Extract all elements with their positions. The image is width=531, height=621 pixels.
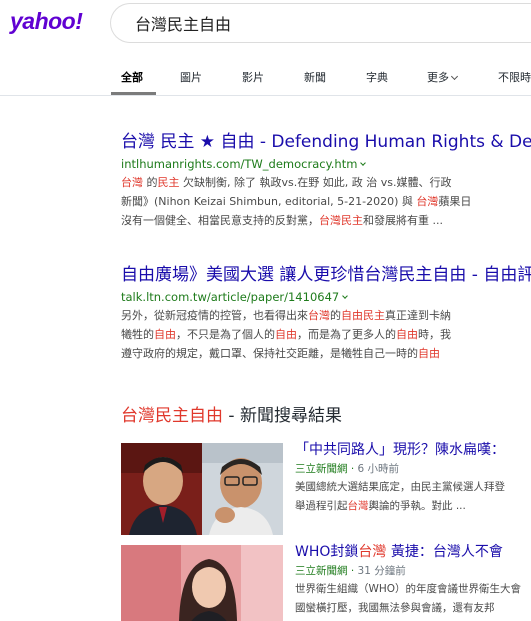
result-url: intlhumanrights.com/TW_democracy.htm	[121, 156, 531, 172]
snippet-text: 黃捷：台灣人不會	[386, 544, 503, 560]
highlighted-term: 台灣	[358, 544, 387, 560]
snippet-line: 舉過程引起台灣輿論的爭執。對此 ...	[295, 498, 531, 515]
result-url-text[interactable]: intlhumanrights.com/TW_democracy.htm	[121, 157, 357, 171]
snippet-text: 新聞》(Nihon Keizai Shimbun, editorial, 5-2…	[121, 195, 417, 208]
news-time: 6 小時前	[357, 463, 400, 475]
search-box[interactable]	[110, 3, 531, 43]
snippet-text: 的	[143, 176, 158, 189]
news-header-query: 台灣民主自由	[121, 406, 223, 426]
snippet-text: 遵守政府的規定，戴口罩、保持社交距離，是犧牲自己一時的	[121, 347, 418, 360]
news-snippet: 美國總統大選結果底定，由民主黨候選人拜登 舉過程引起台灣輿論的爭執。對此 ...	[295, 479, 531, 515]
snippet-text: 另外，從新冠疫情的控管，也看得出來	[121, 309, 308, 322]
header: yahoo!	[0, 0, 531, 58]
snippet-text: 蘋果日	[438, 195, 472, 208]
news-meta: 三立新聞網 · 31 分鐘前	[295, 565, 406, 577]
snippet-line: 沒有一個健全、相當民意支持的反對黨，台灣民主和發展將有重 ...	[121, 212, 531, 229]
snippet-text: 欠缺制衡, 除了 執政vs.在野 如此, 政 治 vs.媒體、行政	[179, 176, 452, 189]
snippet-text: 和發展將有重 ...	[363, 214, 443, 227]
snippet-text: ，而是為了更多人的	[297, 328, 396, 341]
news-source: 三立新聞網	[295, 565, 348, 577]
news-title-link[interactable]: WHO封鎖台灣 黃捷：台灣人不會	[295, 542, 531, 562]
tab-videos[interactable]: 影片	[242, 69, 264, 85]
chevron-down-icon	[450, 72, 459, 81]
snippet-text: 舉過程引起	[295, 500, 348, 512]
yahoo-logo[interactable]: yahoo!	[10, 8, 83, 35]
news-item: 「中共同路人」現形？陳水扁嘆： 三立新聞網 · 6 小時前 美國總統大選結果底定…	[121, 440, 531, 535]
chevron-down-icon[interactable]	[342, 293, 349, 299]
highlighted-term: 民主	[157, 176, 180, 189]
result-url-text[interactable]: talk.ltn.com.tw/article/paper/1410647	[121, 290, 339, 304]
news-text: 「中共同路人」現形？陳水扁嘆： 三立新聞網 · 6 小時前 美國總統大選結果底定…	[295, 440, 531, 515]
highlighted-term: 台灣民主	[319, 214, 363, 227]
snippet-text: 國蠻橫打壓，我國無法參與會議，還有友邦	[295, 602, 495, 614]
snippet-line: 另外，從新冠疫情的控管，也看得出來台灣的自由民主真正達到卡納	[121, 307, 531, 324]
result-title-link[interactable]: 自由廣場》美國大選 讓人更珍惜台灣民主自由 - 自由評論網	[121, 264, 531, 286]
tab-images[interactable]: 圖片	[180, 69, 202, 85]
highlighted-term: 台灣	[347, 500, 369, 512]
snippet-text: 輿論的爭執。對此 ...	[368, 500, 466, 512]
snippet-line: 台灣 的民主 欠缺制衡, 除了 執政vs.在野 如此, 政 治 vs.媒體、行政	[121, 174, 531, 191]
highlighted-term: 台灣	[121, 176, 143, 189]
highlighted-term: 台灣	[416, 195, 439, 208]
search-tabs: 全部 圖片 影片 新聞 字典 更多 不限時	[0, 58, 531, 96]
tab-anytime[interactable]: 不限時	[498, 69, 531, 85]
news-thumbnail-image[interactable]	[121, 545, 283, 621]
tab-dictionary[interactable]: 字典	[366, 69, 388, 85]
highlighted-term: 自由	[418, 347, 440, 360]
news-snippet: 世界衛生組織（WHO）的年度會議世界衛生大會 國蠻橫打壓，我國無法參與會議，還有友…	[295, 581, 531, 617]
news-text: WHO封鎖台灣 黃捷：台灣人不會 三立新聞網 · 31 分鐘前 世界衛生組織（W…	[295, 542, 531, 617]
tab-more-label: 更多	[427, 71, 449, 84]
news-item: WHO封鎖台灣 黃捷：台灣人不會 三立新聞網 · 31 分鐘前 世界衛生組織（W…	[121, 542, 531, 621]
highlighted-term: 台灣	[308, 309, 330, 322]
snippet-line: 美國總統大選結果底定，由民主黨候選人拜登	[295, 479, 531, 496]
result-title-link[interactable]: 台灣 民主 ★ 自由 - Defending Human Rights & De…	[121, 131, 531, 153]
news-meta: 三立新聞網 · 6 小時前	[295, 463, 400, 475]
news-section-header[interactable]: 台灣民主自由 - 新聞搜尋結果	[121, 401, 342, 426]
snippet-text: 沒有一個健全、相當民意支持的反對黨，	[121, 214, 319, 227]
snippet-line: 世界衛生組織（WHO）的年度會議世界衛生大會	[295, 581, 531, 598]
highlighted-term: 自由民主	[341, 309, 385, 322]
snippet-line: 犧牲的自由，不只是為了個人的自由，而是為了更多人的自由時，我	[121, 326, 531, 343]
news-source: 三立新聞網	[295, 463, 348, 475]
search-result: 自由廣場》美國大選 讓人更珍惜台灣民主自由 - 自由評論網 talk.ltn.c…	[121, 264, 531, 362]
result-snippet: 另外，從新冠疫情的控管，也看得出來台灣的自由民主真正達到卡納 犧牲的自由，不只是為…	[121, 307, 531, 362]
tab-more[interactable]: 更多	[427, 69, 459, 85]
tab-news[interactable]: 新聞	[304, 69, 326, 85]
snippet-text: 犧牲的	[121, 328, 154, 341]
result-snippet: 台灣 的民主 欠缺制衡, 除了 執政vs.在野 如此, 政 治 vs.媒體、行政…	[121, 174, 531, 229]
active-tab-indicator	[111, 92, 156, 95]
chevron-down-icon[interactable]	[360, 160, 367, 166]
highlighted-term: 自由	[275, 328, 297, 341]
snippet-line: 國蠻橫打壓，我國無法參與會議，還有友邦	[295, 600, 531, 617]
snippet-text: 真正達到卡納	[385, 309, 451, 322]
snippet-text: 美國總統大選結果底定，由民主黨候選人拜登	[295, 481, 505, 493]
tab-all[interactable]: 全部	[121, 69, 143, 85]
news-title-link[interactable]: 「中共同路人」現形？陳水扁嘆：	[295, 440, 531, 460]
news-thumbnail-image[interactable]	[121, 443, 283, 535]
snippet-text: 世界衛生組織（WHO）的年度會議世界衛生大會	[295, 583, 522, 595]
highlighted-term: 自由	[396, 328, 418, 341]
search-input[interactable]	[135, 12, 515, 34]
search-result: 台灣 民主 ★ 自由 - Defending Human Rights & De…	[121, 131, 531, 229]
snippet-text: 的	[330, 309, 341, 322]
snippet-text: WHO封鎖	[295, 544, 359, 560]
news-time: 31 分鐘前	[357, 565, 406, 577]
snippet-line: 新聞》(Nihon Keizai Shimbun, editorial, 5-2…	[121, 193, 531, 210]
news-header-suffix: - 新聞搜尋結果	[223, 406, 342, 426]
highlighted-term: 自由	[154, 328, 176, 341]
snippet-text: ，不只是為了個人的	[176, 328, 275, 341]
snippet-line: 遵守政府的規定，戴口罩、保持社交距離，是犧牲自己一時的自由	[121, 345, 531, 362]
snippet-text: 時，我	[418, 328, 451, 341]
result-url: talk.ltn.com.tw/article/paper/1410647	[121, 289, 531, 305]
